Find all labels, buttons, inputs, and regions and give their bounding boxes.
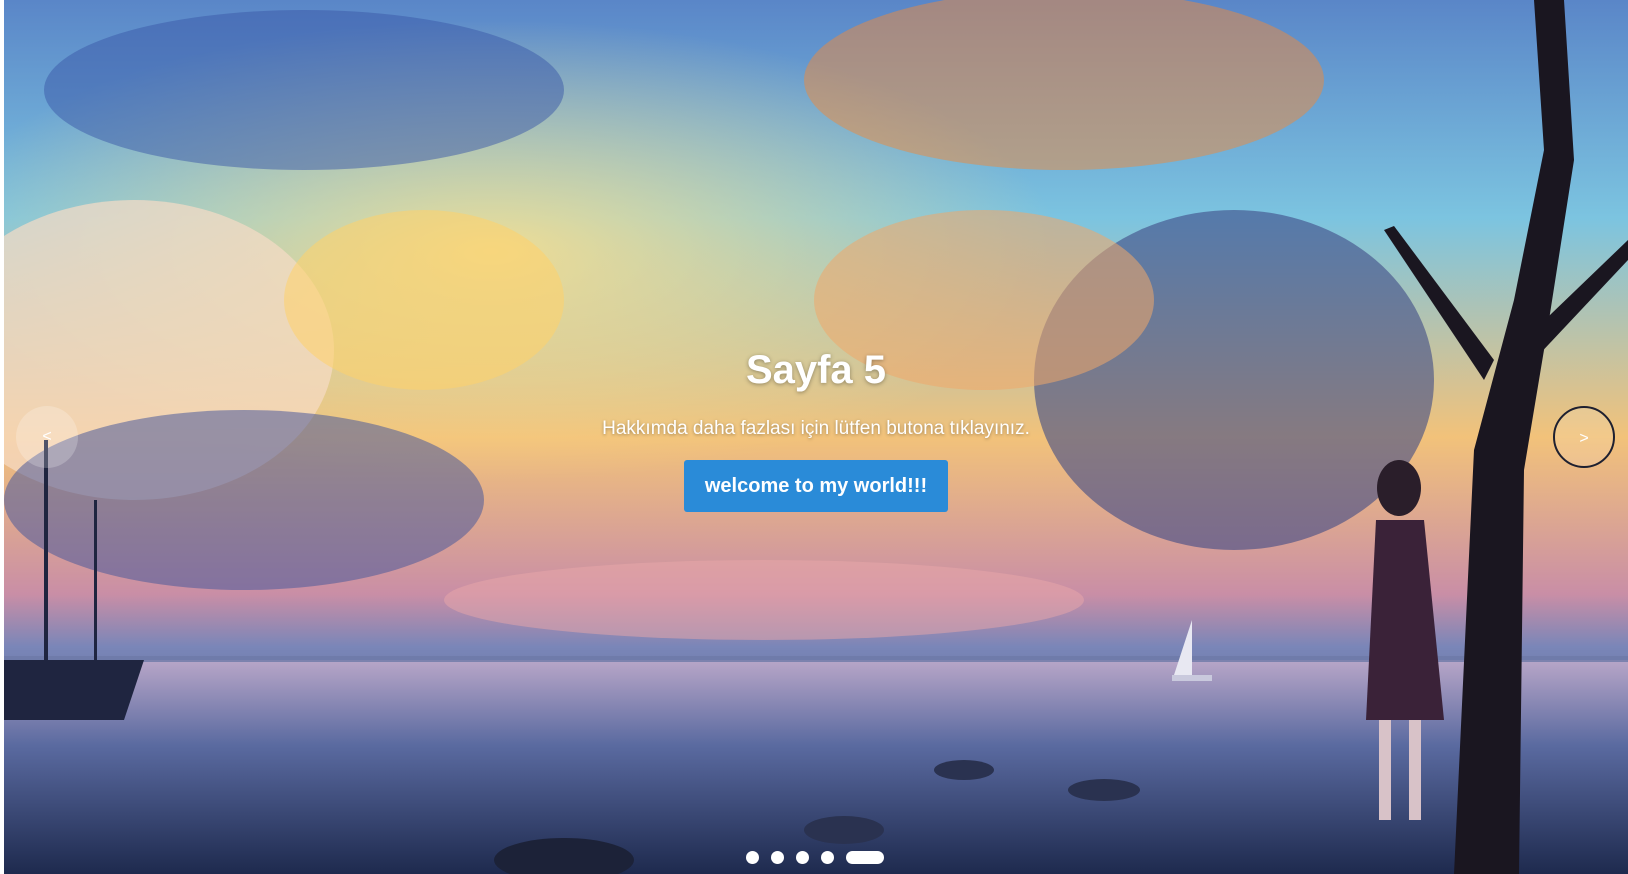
slide-caption: Sayfa 5 Hakkımda daha fazlası için lütfe… [4, 350, 1628, 512]
next-slide-button[interactable]: > [1553, 406, 1615, 468]
pagination-dot[interactable] [746, 850, 759, 864]
pagination-dot[interactable] [846, 850, 884, 864]
chevron-left-icon: < [42, 428, 52, 445]
pagination-dot[interactable] [821, 850, 834, 864]
slide-subtitle: Hakkımda daha fazlası için lütfen butona… [602, 418, 1030, 439]
previous-slide-button[interactable]: < [16, 406, 78, 468]
welcome-button[interactable]: welcome to my world!!! [684, 460, 948, 512]
slide-pagination [746, 850, 884, 864]
pagination-dot[interactable] [771, 850, 784, 864]
hero-slider: Sayfa 5 Hakkımda daha fazlası için lütfe… [4, 0, 1628, 874]
pagination-dot[interactable] [796, 850, 809, 864]
chevron-right-icon: > [1579, 430, 1589, 447]
slide-title: Sayfa 5 [745, 348, 887, 392]
